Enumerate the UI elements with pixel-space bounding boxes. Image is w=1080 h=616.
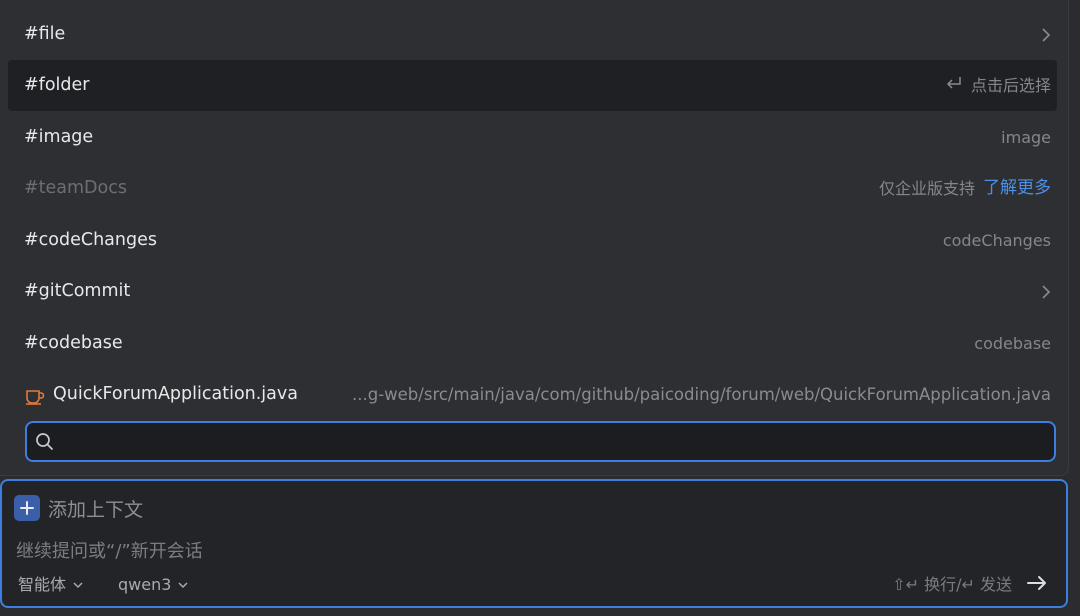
- chevron-right-icon: [1041, 27, 1051, 43]
- chat-toolbar: 智能体 qwen3 ⇧↵ 换行/↵ 发送: [16, 573, 1052, 597]
- context-popup-menu: #file #folder 点击后选择 #image image #teamDo…: [0, 0, 1069, 476]
- keyboard-hint: ⇧↵ 换行/↵ 发送: [892, 575, 1012, 594]
- menu-item-codechanges[interactable]: #codeChanges codeChanges: [8, 215, 1057, 266]
- learn-more-link[interactable]: 了解更多: [983, 163, 1051, 214]
- menu-item-label: #codeChanges: [24, 230, 157, 250]
- chevron-right-icon: [1041, 284, 1051, 300]
- menu-item-hint: codeChanges: [942, 231, 1051, 250]
- menu-item-label: #teamDocs: [24, 178, 127, 198]
- chevron-down-icon: [72, 573, 84, 597]
- model-selector[interactable]: qwen3: [118, 573, 189, 597]
- plus-icon: [14, 495, 40, 521]
- mode-selector[interactable]: 智能体: [18, 573, 84, 597]
- search-input[interactable]: [63, 427, 1047, 458]
- send-button[interactable]: [1024, 573, 1050, 597]
- menu-item-hint: codebase: [974, 334, 1051, 353]
- menu-item-label: #codebase: [24, 333, 123, 353]
- chat-input-panel[interactable]: 添加上下文 继续提问或“/”新开会话 智能体 qwen3 ⇧↵ 换行/↵ 发送: [0, 479, 1068, 608]
- menu-item-gitcommit[interactable]: #gitCommit: [8, 266, 1057, 317]
- menu-item-label: #gitCommit: [24, 281, 131, 301]
- menu-item-hint: 点击后选择: [970, 76, 1051, 95]
- java-coffee-icon: [24, 384, 46, 406]
- menu-item-codebase[interactable]: #codebase codebase: [8, 318, 1057, 369]
- search-box[interactable]: [25, 421, 1056, 462]
- mode-label: 智能体: [18, 575, 67, 594]
- search-icon: [35, 432, 55, 456]
- app-root: #file #folder 点击后选择 #image image #teamDo…: [0, 0, 1080, 616]
- menu-item-teamdocs: #teamDocs 仅企业版支持 了解更多: [8, 163, 1057, 214]
- menu-item-image[interactable]: #image image: [8, 112, 1057, 163]
- menu-item-file[interactable]: #file: [8, 9, 1057, 60]
- chevron-down-icon: [177, 573, 189, 597]
- prompt-input[interactable]: 继续提问或“/”新开会话: [16, 537, 203, 563]
- arrow-right-icon: [1026, 575, 1048, 595]
- menu-item-label: #folder: [24, 75, 90, 95]
- file-path: ...g-web/src/main/java/com/github/paicod…: [352, 385, 1051, 404]
- enterprise-only-note: 仅企业版支持: [878, 179, 975, 198]
- enter-key-icon: [945, 60, 963, 111]
- add-context-label: 添加上下文: [48, 498, 144, 521]
- menu-item-label: #file: [24, 24, 66, 44]
- model-label: qwen3: [118, 575, 172, 594]
- menu-item-folder[interactable]: #folder 点击后选择: [8, 60, 1057, 111]
- add-context-button[interactable]: 添加上下文: [14, 495, 143, 521]
- menu-item-hint: image: [1001, 128, 1051, 147]
- menu-item-java-file[interactable]: QuickForumApplication.java ...g-web/src/…: [8, 369, 1057, 420]
- file-name: QuickForumApplication.java: [53, 384, 298, 404]
- menu-item-label: #image: [24, 127, 94, 147]
